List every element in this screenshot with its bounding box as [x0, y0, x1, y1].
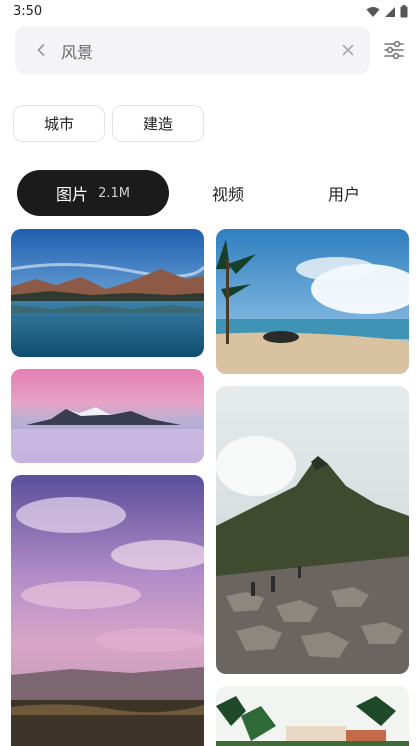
suggestion-chip[interactable]: 城市: [13, 105, 105, 142]
search-bar[interactable]: 风景: [15, 26, 370, 74]
battery-icon: [400, 5, 408, 18]
tab-videos[interactable]: 视频: [192, 170, 264, 216]
signal-icon: [385, 6, 395, 17]
tab-users[interactable]: 用户: [308, 170, 380, 216]
tab-images[interactable]: 图片 2.1M: [17, 170, 169, 216]
close-icon[interactable]: [338, 40, 358, 60]
status-time: 3:50: [13, 4, 43, 19]
photo-purple-clouds[interactable]: [11, 475, 204, 746]
search-input[interactable]: 风景: [61, 39, 93, 63]
tab-images-label: 图片: [56, 185, 89, 204]
wifi-icon: [366, 6, 380, 17]
status-bar: 3:50: [0, 0, 420, 24]
status-icons: [366, 5, 408, 18]
suggestion-chip[interactable]: 建造: [112, 105, 204, 142]
photo-stone-steps-mountain[interactable]: [216, 386, 409, 674]
photo-palm-houses[interactable]: [216, 686, 409, 746]
photo-pink-sky-island[interactable]: [11, 369, 204, 463]
chevron-left-icon[interactable]: [31, 40, 51, 60]
tab-images-count: 2.1M: [98, 185, 130, 201]
sliders-icon[interactable]: [382, 38, 406, 62]
photo-mountain-lake[interactable]: [11, 229, 204, 357]
photo-tropical-beach[interactable]: [216, 229, 409, 374]
